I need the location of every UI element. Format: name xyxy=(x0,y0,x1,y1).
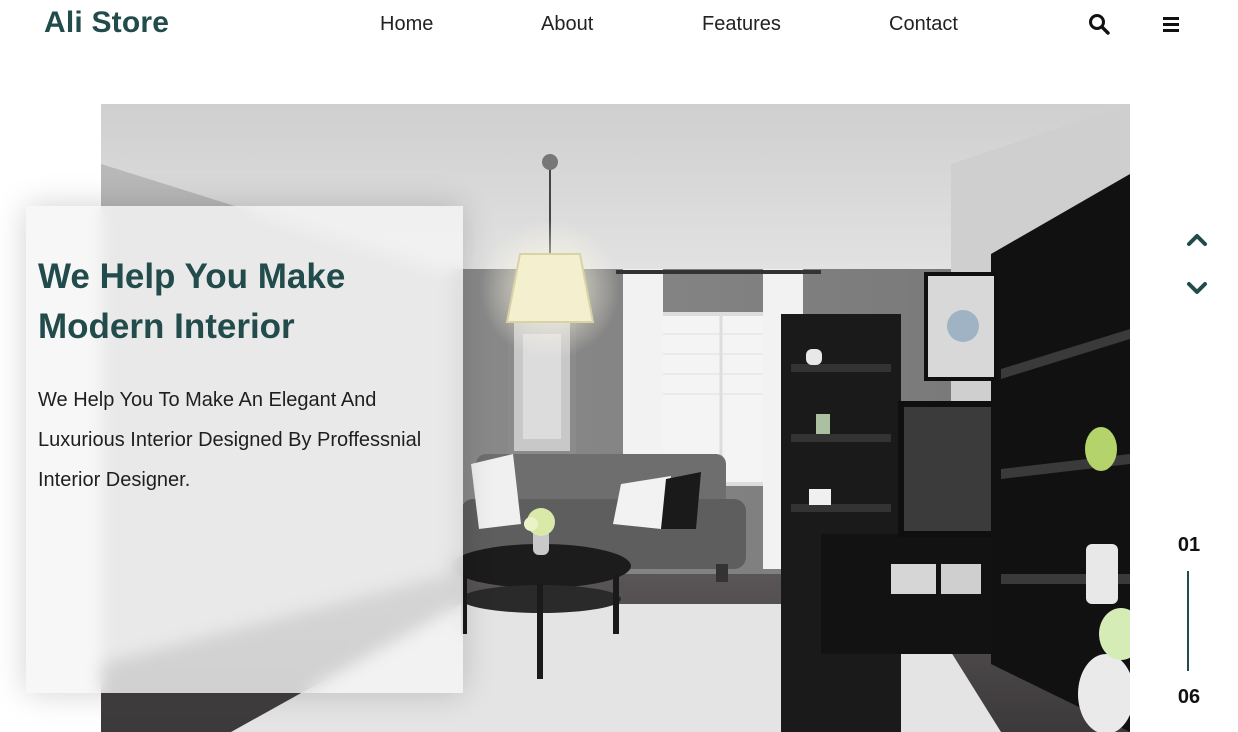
slide-counter-total: 06 xyxy=(1177,686,1201,708)
chevron-down-icon[interactable] xyxy=(1184,278,1210,298)
slide-progress-line xyxy=(1187,571,1189,671)
search-icon[interactable] xyxy=(1087,12,1111,36)
nav-link-features[interactable]: Features xyxy=(702,13,781,36)
nav-link-home[interactable]: Home xyxy=(380,13,433,36)
hamburger-menu-icon[interactable] xyxy=(1159,12,1183,36)
brand-logo[interactable]: Ali Store xyxy=(44,6,169,40)
hero-info-card: We Help You Make Modern Interior We Help… xyxy=(26,206,463,693)
slide-counter-current: 01 xyxy=(1177,534,1201,556)
hero-title: We Help You Make Modern Interior xyxy=(38,257,346,346)
chevron-up-icon[interactable] xyxy=(1184,230,1210,250)
hero-description: We Help You To Make An Elegant And Luxur… xyxy=(38,389,422,491)
nav-link-contact[interactable]: Contact xyxy=(889,13,958,36)
nav-link-about[interactable]: About xyxy=(541,13,593,36)
